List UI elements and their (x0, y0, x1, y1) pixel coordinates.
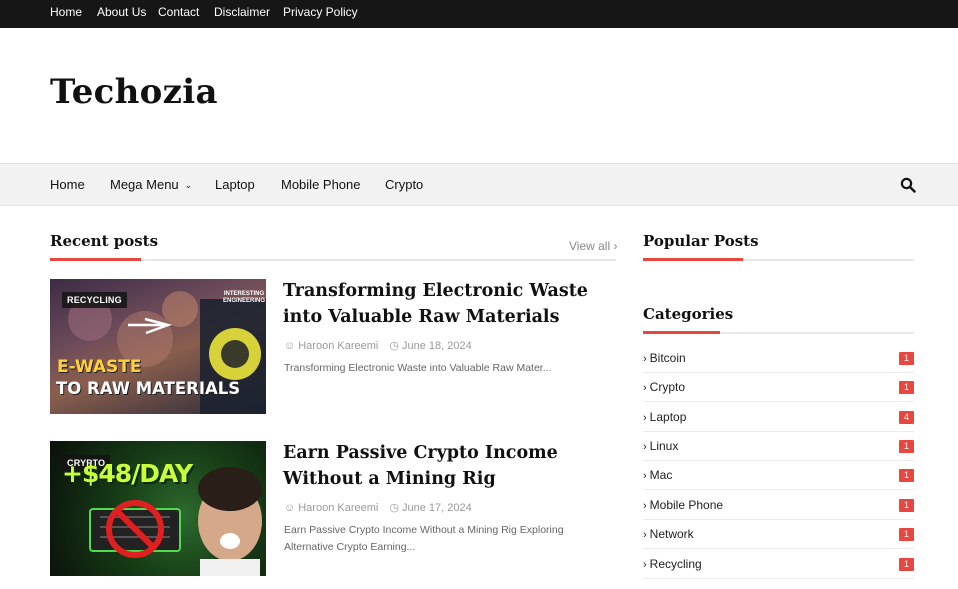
nav-item-home[interactable]: Home (50, 177, 85, 192)
chevron-right-icon: › (643, 412, 647, 424)
category-count-badge: 1 (899, 381, 914, 394)
chevron-right-icon: › (643, 441, 647, 453)
category-label[interactable]: › Recycling (643, 557, 702, 571)
category-count-badge: 1 (899, 352, 914, 365)
clock-icon: ◷ (389, 502, 399, 514)
post-meta: ☺ Haroon Kareemi ◷ June 18, 2024 (284, 339, 472, 352)
recent-posts-heading: Recent posts (50, 232, 159, 250)
popular-posts-accent (643, 258, 743, 261)
categories-accent (643, 331, 720, 334)
chevron-right-icon: › (643, 529, 647, 541)
thumbnail-headline-1: E-WASTE (57, 357, 142, 377)
recent-posts-accent (50, 258, 141, 261)
popular-posts-heading: Popular Posts (643, 232, 759, 250)
category-label[interactable]: › Crypto (643, 380, 685, 394)
category-item-recycling[interactable]: › Recycling 1 (643, 550, 914, 579)
topbar-link-disclaimer[interactable]: Disclaimer (214, 5, 270, 19)
chevron-right-icon: › (643, 559, 647, 571)
category-item-crypto[interactable]: › Crypto 1 (643, 373, 914, 402)
chevron-down-icon: ⌄ (184, 180, 193, 190)
chevron-right-icon: › (643, 353, 647, 365)
category-count-badge: 1 (899, 499, 914, 512)
view-all-link[interactable]: View all › (569, 239, 617, 253)
category-name: Mobile Phone (649, 498, 724, 512)
category-item-mac[interactable]: › Mac 1 (643, 461, 914, 490)
post-thumbnail[interactable]: RECYCLING INTERESTING ENGINEERING E-WAST… (50, 279, 266, 414)
topbar-link-home[interactable]: Home (50, 5, 82, 19)
top-bar: Home About Us Contact Disclaimer Privacy… (0, 0, 958, 28)
topbar-link-privacy[interactable]: Privacy Policy (283, 5, 358, 19)
category-name: Crypto (649, 380, 686, 394)
categories-heading: Categories (643, 305, 734, 323)
chevron-right-icon: › (613, 239, 618, 253)
category-item-network[interactable]: › Network 1 (643, 520, 914, 549)
category-count-badge: 1 (899, 528, 914, 541)
category-name: Network (649, 527, 694, 541)
category-label[interactable]: › Mac (643, 468, 672, 482)
site-title[interactable]: Techozia (50, 72, 218, 112)
category-label[interactable]: › Linux (643, 439, 678, 453)
category-name: Mac (649, 468, 673, 482)
nav-item-laptop[interactable]: Laptop (215, 177, 255, 192)
post-meta: ☺ Haroon Kareemi ◷ June 17, 2024 (284, 501, 472, 514)
main-nav: Home Mega Menu ⌄ Laptop Mobile Phone Cryp… (0, 163, 958, 206)
category-label[interactable]: › Network (643, 527, 694, 541)
nav-item-mobile-phone[interactable]: Mobile Phone (281, 177, 361, 192)
category-label[interactable]: › Mobile Phone (643, 498, 723, 512)
category-count-badge: 1 (899, 440, 914, 453)
category-name: Bitcoin (649, 351, 686, 365)
post-author[interactable]: Haroon Kareemi (298, 502, 378, 514)
clock-icon: ◷ (389, 340, 399, 352)
category-item-bitcoin[interactable]: › Bitcoin 1 (643, 344, 914, 373)
category-item-laptop[interactable]: › Laptop 4 (643, 403, 914, 432)
post-author[interactable]: Haroon Kareemi (298, 340, 378, 352)
post-date: June 17, 2024 (402, 502, 472, 514)
category-name: Linux (649, 439, 679, 453)
post-excerpt: Earn Passive Crypto Income Without a Min… (284, 524, 564, 553)
thumbnail-brand-text: INTERESTING ENGINEERING (222, 291, 265, 304)
chevron-right-icon: › (643, 470, 647, 482)
view-all-label: View all (569, 239, 611, 253)
category-count-badge: 1 (899, 558, 914, 571)
nav-item-mega-menu[interactable]: Mega Menu ⌄ (110, 177, 192, 192)
nav-item-crypto[interactable]: Crypto (385, 177, 423, 192)
chevron-right-icon: › (643, 500, 647, 512)
post-thumbnail[interactable]: CRYPTO +$48/DAY (50, 441, 266, 576)
post-date: June 18, 2024 (402, 340, 472, 352)
category-name: Laptop (649, 410, 687, 424)
category-count-badge: 1 (899, 469, 914, 482)
nav-item-label: Mega Menu (110, 177, 179, 192)
post-title[interactable]: Earn Passive Crypto Income Without a Min… (283, 440, 618, 492)
chevron-right-icon: › (643, 382, 647, 394)
thumbnail-headline-2: TO RAW MATERIALS (56, 379, 241, 398)
category-item-mobile-phone[interactable]: › Mobile Phone 1 (643, 491, 914, 520)
post-category-tag: RECYCLING (62, 292, 127, 308)
category-name: Recycling (649, 557, 702, 571)
topbar-link-about[interactable]: About Us (97, 5, 146, 19)
category-count-badge: 4 (899, 411, 914, 424)
category-item-linux[interactable]: › Linux 1 (643, 432, 914, 461)
topbar-link-contact[interactable]: Contact (158, 5, 199, 19)
category-label[interactable]: › Bitcoin (643, 351, 686, 365)
search-icon[interactable] (900, 177, 916, 193)
post-excerpt: Transforming Electronic Waste into Valua… (284, 362, 552, 374)
user-icon: ☺ (284, 340, 296, 352)
thumbnail-headline-1: +$48/DAY (62, 459, 193, 488)
category-label[interactable]: › Laptop (643, 410, 686, 424)
user-icon: ☺ (284, 502, 296, 514)
post-title[interactable]: Transforming Electronic Waste into Valua… (283, 278, 618, 330)
